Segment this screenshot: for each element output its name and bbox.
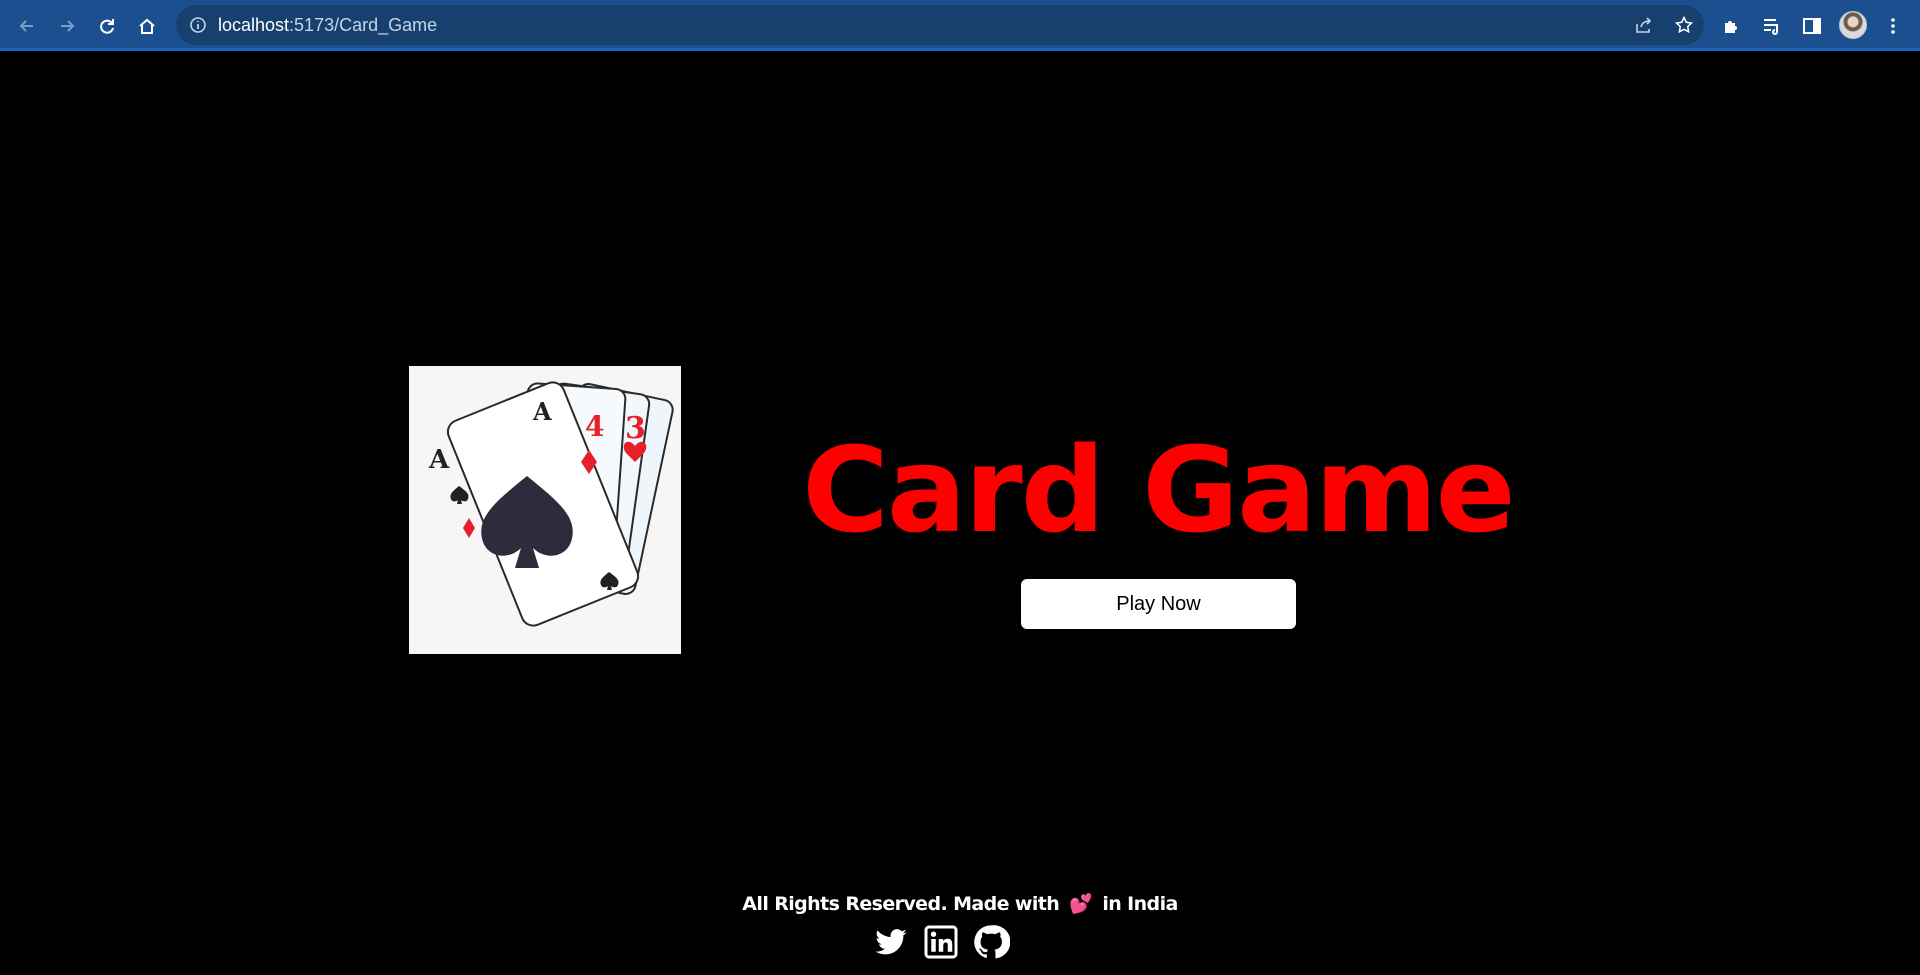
- share-icon[interactable]: [1634, 15, 1654, 35]
- footer-text-before: All Rights Reserved. Made with: [742, 893, 1060, 915]
- twitter-link[interactable]: [872, 924, 910, 960]
- url-host: localhost: [218, 15, 290, 35]
- address-url[interactable]: localhost:5173/Card_Game: [218, 15, 437, 35]
- github-link[interactable]: [972, 924, 1010, 960]
- browser-toolbar: localhost:5173/Card_Game: [0, 0, 1920, 51]
- page-title: Card Game: [802, 421, 1515, 559]
- svg-text:4: 4: [585, 410, 604, 443]
- arrow-right-icon: [61, 20, 75, 32]
- twitter-icon: [875, 929, 907, 955]
- playing-cards-image: 3 4 A A: [409, 366, 681, 654]
- home-button[interactable]: [131, 10, 163, 42]
- star-icon[interactable]: [1674, 15, 1694, 35]
- cards-illustration-icon: 3 4 A A: [428, 381, 674, 627]
- side-panel-icon[interactable]: [1801, 15, 1823, 37]
- play-now-button[interactable]: Play Now: [1021, 579, 1296, 629]
- forward-button[interactable]: [51, 10, 83, 42]
- reload-icon: [100, 19, 114, 34]
- url-path: :5173/Card_Game: [289, 15, 438, 35]
- address-bar[interactable]: localhost:5173/Card_Game: [176, 5, 1704, 45]
- social-links: [872, 924, 1012, 960]
- extensions-icon[interactable]: [1721, 15, 1743, 37]
- info-icon[interactable]: [188, 15, 208, 35]
- reload-button[interactable]: [91, 10, 123, 42]
- heart-icon: 💕: [1069, 893, 1093, 915]
- footer-text-after: in India: [1102, 893, 1178, 915]
- svg-text:A: A: [428, 445, 450, 475]
- profile-avatar[interactable]: [1839, 11, 1867, 39]
- arrow-left-icon: [19, 20, 33, 32]
- home-icon: [139, 18, 155, 34]
- github-icon: [974, 925, 1010, 959]
- back-button[interactable]: [11, 10, 43, 42]
- reading-list-icon[interactable]: [1761, 15, 1783, 37]
- linkedin-link[interactable]: [922, 924, 960, 960]
- linkedin-icon: [924, 925, 958, 959]
- more-menu-icon[interactable]: [1882, 15, 1904, 37]
- svg-text:A: A: [532, 397, 552, 426]
- footer-text: All Rights Reserved. Made with 💕 in Indi…: [0, 892, 1920, 915]
- svg-text:3: 3: [625, 411, 646, 446]
